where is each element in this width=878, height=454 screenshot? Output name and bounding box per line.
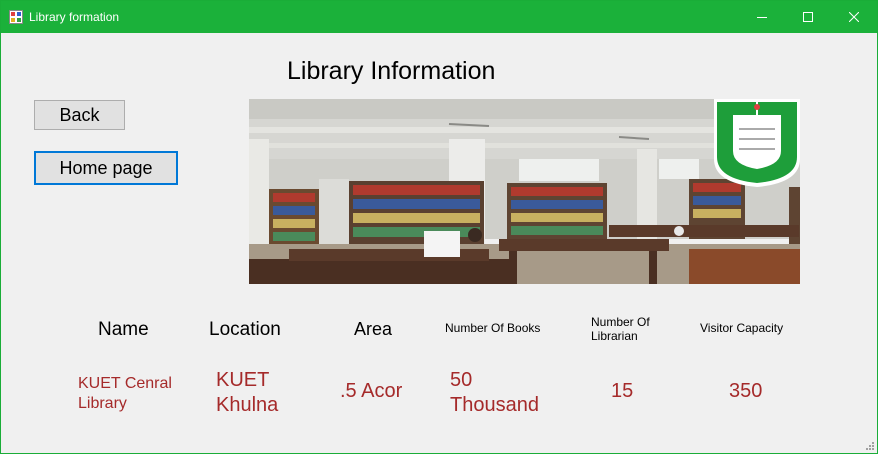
value-number-of-librarian: 15 bbox=[611, 380, 634, 402]
title-bar[interactable]: Library formation bbox=[1, 1, 877, 33]
maximize-button[interactable] bbox=[785, 1, 831, 33]
app-window: Library formation Library Information Ba… bbox=[0, 0, 878, 454]
value-visitor-capacity: 350 bbox=[729, 380, 763, 402]
header-area: Area bbox=[354, 319, 393, 339]
value-area: .5 Acor bbox=[340, 380, 403, 402]
back-button[interactable]: Back bbox=[34, 100, 125, 130]
value-name: KUET Cenral Library bbox=[78, 375, 172, 412]
page-title: Library Information bbox=[287, 57, 496, 85]
minimize-button[interactable] bbox=[739, 1, 785, 33]
close-icon bbox=[849, 12, 859, 22]
value-number-of-books: 50 Thousand bbox=[450, 369, 539, 416]
header-number-of-librarian: Number Of Librarian bbox=[591, 315, 650, 343]
header-visitor-capacity: Visitor Capacity bbox=[700, 321, 784, 335]
university-crest-logo bbox=[714, 99, 800, 187]
home-page-button[interactable]: Home page bbox=[34, 151, 178, 185]
app-window-icon bbox=[9, 10, 23, 24]
value-location: KUET Khulna bbox=[216, 369, 279, 416]
header-location: Location bbox=[209, 319, 281, 340]
window-title: Library formation bbox=[29, 10, 120, 24]
header-number-of-books: Number Of Books bbox=[445, 321, 541, 335]
resize-grip-icon[interactable] bbox=[864, 440, 874, 450]
close-button[interactable] bbox=[831, 1, 877, 33]
maximize-icon bbox=[803, 12, 813, 22]
header-name: Name bbox=[98, 319, 149, 340]
minimize-icon bbox=[757, 17, 767, 18]
library-photo bbox=[249, 99, 800, 284]
